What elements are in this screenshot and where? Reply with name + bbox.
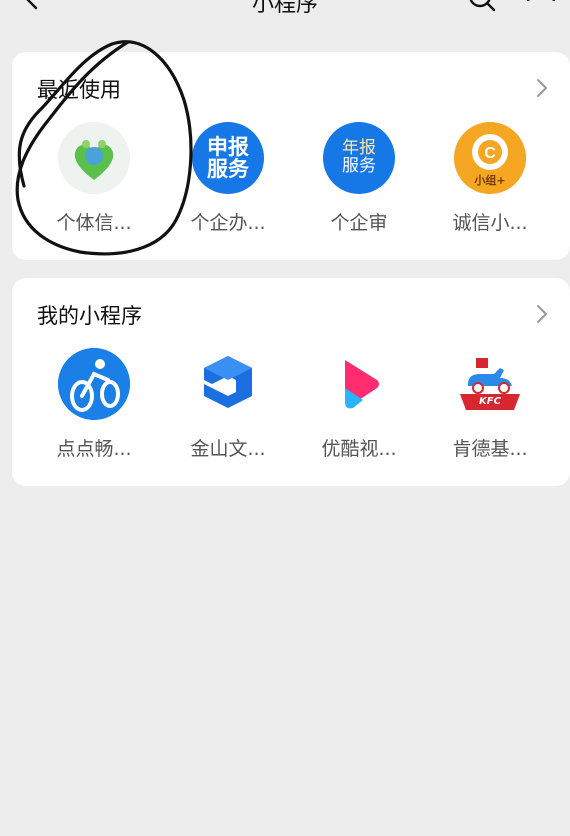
integrity-group-icon: C 小组+ [454,122,526,194]
icon-text-line1: 申报 [207,134,249,159]
annual-report-service-icon: 年报 服务 [323,122,395,194]
app-label: 个企审 [330,212,388,234]
mine-section-title: 我的小程序 [37,304,142,328]
profile-icon[interactable] [526,0,556,14]
youku-play-icon [323,348,395,420]
kfc-scooter-icon: KFC [454,348,526,420]
search-icon[interactable] [468,0,496,14]
recent-app-2[interactable]: 申报 服务 个企办... [163,122,293,242]
app-label: 点点畅... [56,438,132,460]
app-label: 肯德基... [452,438,528,460]
app-label: 诚信小... [452,212,528,234]
recent-app-1[interactable]: 个体信... [29,122,159,242]
recent-section-title: 最近使用 [37,78,121,102]
icon-text-line2: 服务 [342,156,376,176]
icon-text-line2: 服务 [207,157,249,181]
cyclist-icon [58,348,130,420]
app-label: 金山文... [190,438,266,460]
chevron-right-icon[interactable] [536,78,548,98]
declare-service-icon: 申报 服务 [192,122,264,194]
kfc-logo-text: KFC [479,396,501,407]
app-label: 个企办... [190,212,266,234]
mine-app-1[interactable]: 点点畅... [29,348,159,468]
mine-app-2[interactable]: 金山文... [163,348,293,468]
recent-app-4[interactable]: C 小组+ 诚信小... [425,122,555,242]
chevron-right-icon[interactable] [536,304,548,324]
heart-globe-icon [58,122,130,194]
mine-app-4[interactable]: KFC 肯德基... [425,348,555,468]
mine-app-3[interactable]: 优酷视... [294,348,424,468]
recent-used-card: 最近使用 个体信... 申报 服务 个企办... 年报 服务 个企审 C 小组+… [12,52,570,260]
kingsoft-docs-icon [192,348,264,420]
icon-badge-text: 小组+ [474,174,506,187]
recent-app-3[interactable]: 年报 服务 个企审 [294,122,424,242]
svg-text:C: C [484,145,496,162]
app-label: 优酷视... [321,438,397,460]
my-miniprograms-card: 我的小程序 点点畅... 金山文... 优酷视... KFC 肯德基... [12,278,570,486]
app-label: 个体信... [56,212,132,234]
top-nav-bar: 小程序 [0,0,570,24]
